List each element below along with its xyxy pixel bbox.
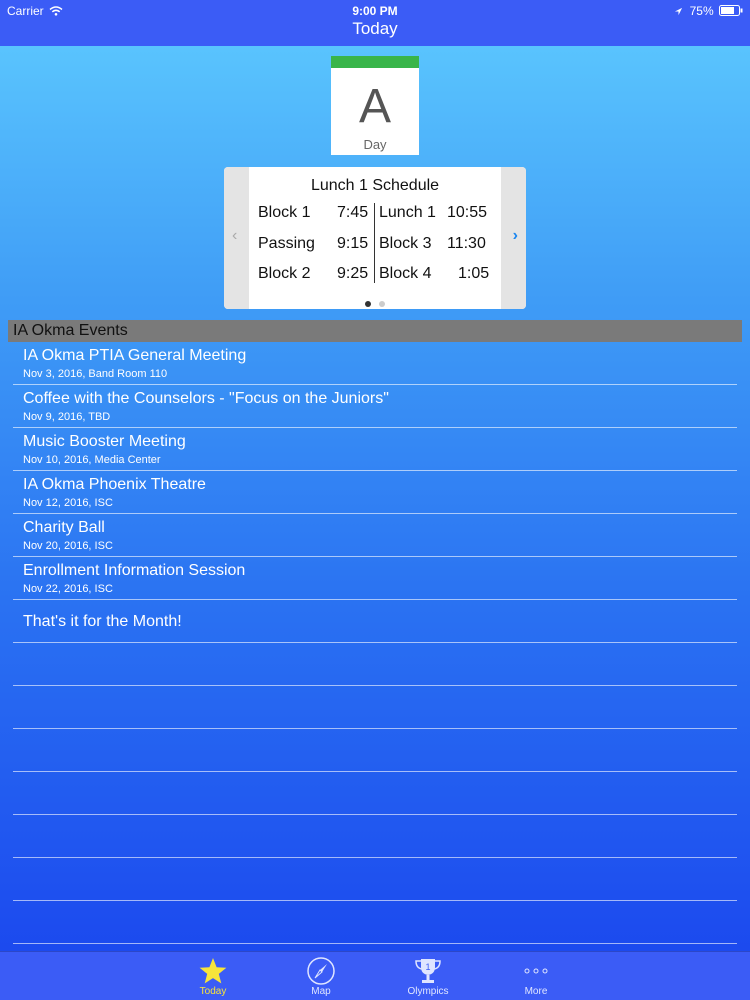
status-battery: 75%: [674, 4, 743, 18]
schedule-period-name: Block 3: [379, 235, 432, 252]
event-title: Enrollment Information Session: [23, 562, 246, 579]
schedule-period-name: Passing: [258, 235, 315, 252]
event-title: IA Okma Phoenix Theatre: [23, 476, 206, 493]
day-card-accent: [331, 56, 419, 68]
event-title: Coffee with the Counselors - "Focus on t…: [23, 390, 389, 407]
tab-more[interactable]: More: [501, 952, 571, 1000]
chevron-right-icon: ›: [512, 227, 518, 244]
end-of-month-text: That's it for the Month!: [23, 613, 182, 630]
schedule-period-time: 9:25: [337, 265, 369, 282]
event-details: Nov 3, 2016, Band Room 110: [23, 368, 168, 380]
event-details: Nov 10, 2016, Media Center: [23, 454, 161, 466]
tab-olympics[interactable]: 1 Olympics: [393, 952, 463, 1000]
event-details: Nov 22, 2016, ISC: [23, 583, 113, 595]
trophy-icon: 1: [393, 956, 463, 986]
schedule-divider: [374, 203, 375, 283]
schedule-period-time: 11:30: [447, 235, 486, 252]
tab-bar: Today Map 1 Olympics More: [0, 951, 750, 1000]
event-details: Nov 20, 2016, ISC: [23, 540, 113, 552]
list-divider: [13, 685, 737, 686]
battery-percent: 75%: [689, 4, 714, 18]
nav-title: Today: [352, 19, 398, 38]
tab-map[interactable]: Map: [286, 952, 356, 1000]
event-row[interactable]: Charity Ball Nov 20, 2016, ISC: [13, 514, 737, 557]
star-icon: [178, 956, 248, 986]
day-letter: A: [358, 80, 391, 133]
chevron-left-icon: ‹: [232, 227, 238, 244]
status-time: 9:00 PM: [352, 4, 398, 18]
list-divider: [13, 900, 737, 901]
page-dot-active[interactable]: [365, 301, 371, 307]
navigation-bar: Carrier 9:00 PM 75% Today: [0, 0, 750, 46]
event-title: Music Booster Meeting: [23, 433, 186, 450]
svg-text:1: 1: [425, 962, 430, 972]
tab-label: Olympics: [407, 986, 449, 997]
schedule-card: ‹ › Lunch 1 Schedule Block 1 7:45 Passin…: [224, 167, 526, 309]
event-details: Nov 12, 2016, ISC: [23, 497, 113, 509]
schedule-period-name: Block 2: [258, 265, 311, 282]
list-divider: [13, 857, 737, 858]
schedule-title: Lunch 1 Schedule: [310, 177, 440, 194]
schedule-period-name: Block 1: [258, 204, 311, 221]
schedule-period-time: 9:15: [337, 235, 369, 252]
schedule-period-name: Lunch 1: [379, 204, 436, 221]
event-row[interactable]: Music Booster Meeting Nov 10, 2016, Medi…: [13, 428, 737, 471]
schedule-period-name: Block 4: [379, 265, 432, 282]
page-dot[interactable]: [379, 301, 385, 307]
event-row[interactable]: Coffee with the Counselors - "Focus on t…: [13, 385, 737, 428]
tab-today[interactable]: Today: [178, 952, 248, 1000]
compass-icon: [286, 956, 356, 986]
event-row[interactable]: Enrollment Information Session Nov 22, 2…: [13, 557, 737, 600]
day-card: A Day: [331, 56, 419, 155]
list-divider: [13, 943, 737, 944]
schedule-prev-button[interactable]: ‹: [224, 167, 249, 309]
schedule-period-time: 1:05: [458, 265, 490, 282]
end-of-month-row: That's it for the Month!: [13, 600, 737, 643]
event-row[interactable]: IA Okma Phoenix Theatre Nov 12, 2016, IS…: [13, 471, 737, 514]
battery-icon: [719, 5, 743, 16]
event-details: Nov 9, 2016, TBD: [23, 411, 111, 423]
location-arrow-icon: [675, 7, 683, 16]
schedule-period-time: 7:45: [337, 204, 369, 221]
event-title: Charity Ball: [23, 519, 105, 536]
list-divider: [13, 814, 737, 815]
schedule-period-time: 10:55: [447, 204, 488, 221]
page-indicator[interactable]: [224, 294, 526, 309]
schedule-next-button[interactable]: ›: [501, 167, 526, 309]
list-divider: [13, 728, 737, 729]
tab-label: Map: [311, 986, 331, 997]
tab-label: Today: [199, 986, 227, 997]
day-label: Day: [363, 137, 387, 152]
event-title: IA Okma PTIA General Meeting: [23, 347, 247, 364]
more-icon: [501, 956, 571, 986]
tab-label: More: [524, 986, 548, 997]
events-section-header: IA Okma Events: [8, 320, 742, 342]
event-row[interactable]: IA Okma PTIA General Meeting Nov 3, 2016…: [13, 342, 737, 385]
list-divider: [13, 771, 737, 772]
